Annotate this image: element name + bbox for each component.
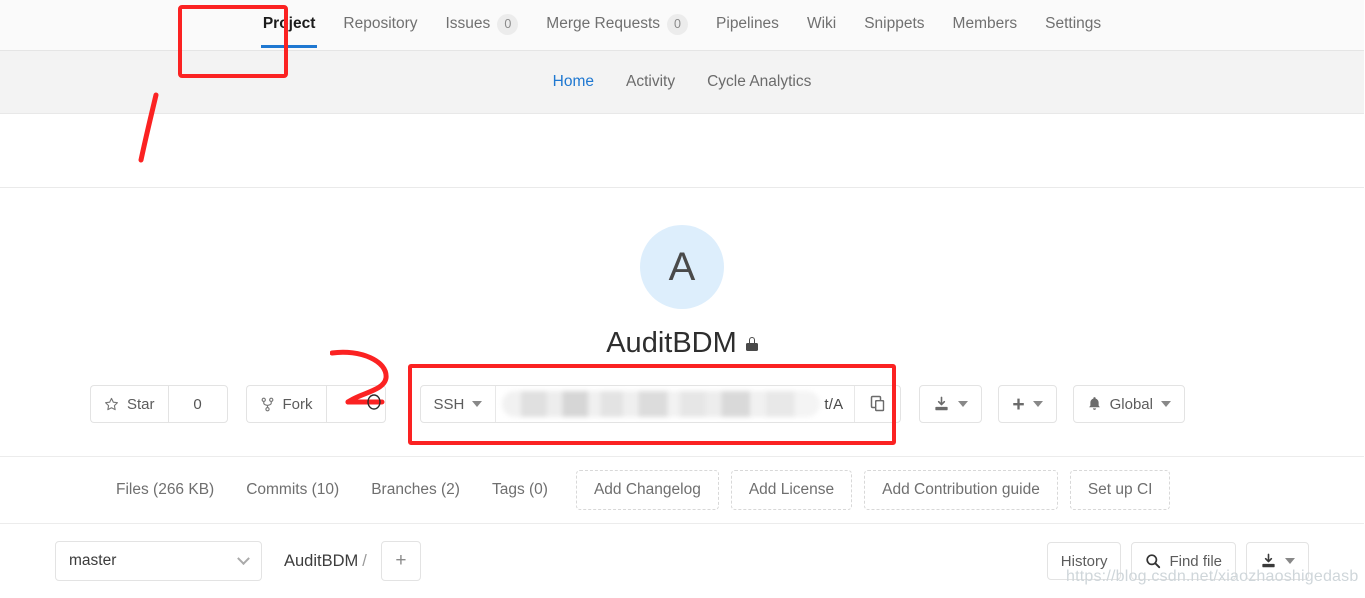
page-title: AuditBDM bbox=[606, 327, 737, 359]
gitlab-project-page: Project Repository Issues 0 Merge Reques… bbox=[0, 0, 1365, 598]
nav-item-issues[interactable]: Issues 0 bbox=[431, 0, 532, 48]
nav-item-label: Members bbox=[952, 15, 1018, 32]
fork-icon bbox=[261, 397, 273, 411]
merge-requests-count-badge: 0 bbox=[667, 13, 689, 35]
nav-item-project[interactable]: Project bbox=[249, 0, 330, 48]
chevron-down-icon bbox=[1032, 401, 1043, 407]
nav-item-snippets[interactable]: Snippets bbox=[850, 0, 938, 48]
fork-count[interactable] bbox=[325, 385, 386, 423]
nav-item-repository[interactable]: Repository bbox=[329, 0, 431, 48]
search-icon bbox=[1146, 554, 1161, 569]
content-spacer-band bbox=[0, 114, 1364, 188]
notification-setting-button[interactable]: Global bbox=[1072, 385, 1185, 423]
create-new-button[interactable]: + bbox=[998, 385, 1057, 423]
file-browser-toolbar: master AuditBDM / + History Find file bbox=[0, 524, 1364, 598]
find-file-button-label: Find file bbox=[1169, 552, 1222, 570]
fork-button-group: Fork bbox=[245, 385, 386, 423]
download-source-button[interactable] bbox=[919, 385, 983, 423]
project-avatar: A bbox=[640, 225, 724, 309]
nav-item-settings[interactable]: Settings bbox=[1031, 0, 1115, 48]
subnav-item-activity[interactable]: Activity bbox=[610, 73, 691, 91]
star-button-label: Star bbox=[127, 395, 155, 413]
clone-url-widget: SSH t/A bbox=[419, 385, 902, 423]
subnav-item-cycle-analytics[interactable]: Cycle Analytics bbox=[691, 73, 827, 91]
copy-url-button[interactable] bbox=[854, 386, 900, 422]
subnav-item-home[interactable]: Home bbox=[537, 73, 610, 91]
clone-url-visible-tail: t/A bbox=[824, 395, 844, 413]
project-nav-items: Project Repository Issues 0 Merge Reques… bbox=[249, 0, 1115, 48]
branch-selector-value: master bbox=[69, 552, 117, 569]
nav-item-label: Snippets bbox=[864, 15, 925, 32]
plus-icon: + bbox=[1012, 392, 1025, 416]
nav-item-merge-requests[interactable]: Merge Requests 0 bbox=[532, 0, 702, 48]
nav-item-label: Issues bbox=[445, 15, 491, 32]
clone-url-input[interactable]: t/A bbox=[496, 386, 855, 422]
add-license-button[interactable]: Add License bbox=[730, 470, 853, 510]
stat-link-files[interactable]: Files (266 KB) bbox=[100, 481, 230, 499]
nav-item-members[interactable]: Members bbox=[939, 0, 1032, 48]
star-button[interactable]: Star bbox=[90, 385, 168, 423]
chevron-down-icon bbox=[1285, 558, 1295, 564]
project-nav-bar: Project Repository Issues 0 Merge Reques… bbox=[0, 0, 1364, 51]
redacted-url-overlay bbox=[502, 391, 821, 417]
set-up-ci-button[interactable]: Set up CI bbox=[1069, 470, 1171, 510]
issues-count-badge: 0 bbox=[497, 13, 519, 35]
clone-protocol-label: SSH bbox=[433, 395, 465, 413]
nav-item-pipelines[interactable]: Pipelines bbox=[702, 0, 793, 48]
fork-button-label: Fork bbox=[282, 395, 313, 413]
nav-item-label: Project bbox=[262, 15, 316, 32]
add-contribution-guide-button[interactable]: Add Contribution guide bbox=[864, 470, 1058, 510]
nav-item-wiki[interactable]: Wiki bbox=[793, 0, 850, 48]
history-button-label: History bbox=[1060, 552, 1108, 570]
fork-button[interactable]: Fork bbox=[245, 385, 326, 423]
star-button-group: Star 0 bbox=[90, 385, 228, 423]
nav-item-label: Wiki bbox=[806, 15, 837, 32]
star-icon bbox=[105, 397, 118, 410]
project-header: A AuditBDM bbox=[0, 188, 1364, 360]
star-count[interactable]: 0 bbox=[167, 385, 228, 423]
lock-icon bbox=[745, 336, 758, 351]
stat-link-commits[interactable]: Commits (10) bbox=[230, 481, 355, 499]
branch-selector[interactable]: master bbox=[55, 541, 262, 581]
download-icon bbox=[1262, 553, 1275, 568]
breadcrumb: AuditBDM / bbox=[284, 552, 367, 571]
bell-icon bbox=[1088, 397, 1100, 410]
add-file-button[interactable]: + bbox=[380, 541, 421, 581]
stat-link-branches[interactable]: Branches (2) bbox=[355, 481, 476, 499]
clone-protocol-select[interactable]: SSH bbox=[421, 386, 497, 422]
project-stats-row: Files (266 KB) Commits (10) Branches (2)… bbox=[0, 456, 1364, 524]
breadcrumb-root[interactable]: AuditBDM bbox=[284, 552, 358, 570]
project-title-row: AuditBDM bbox=[606, 327, 758, 360]
project-actions-row: Star 0 Fork SSH t/A + Global bbox=[0, 383, 1364, 425]
stat-link-tags[interactable]: Tags (0) bbox=[476, 481, 564, 499]
project-sub-nav: Home Activity Cycle Analytics bbox=[0, 51, 1364, 114]
chevron-down-icon bbox=[237, 551, 250, 565]
notification-setting-label: Global bbox=[1109, 395, 1153, 413]
copy-icon bbox=[870, 395, 885, 412]
project-extra-actions: + Global bbox=[919, 385, 1185, 423]
nav-item-label: Merge Requests bbox=[546, 15, 661, 32]
nav-item-label: Repository bbox=[343, 15, 418, 32]
add-changelog-button[interactable]: Add Changelog bbox=[575, 470, 719, 510]
chevron-down-icon bbox=[1160, 401, 1171, 407]
download-icon bbox=[935, 396, 948, 411]
nav-item-label: Pipelines bbox=[716, 15, 779, 32]
nav-item-label: Settings bbox=[1045, 15, 1102, 32]
chevron-down-icon bbox=[472, 401, 483, 407]
breadcrumb-separator: / bbox=[362, 551, 367, 570]
watermark-text: https://blog.csdn.net/xiaozhaoshigedasb bbox=[1066, 568, 1359, 585]
chevron-down-icon bbox=[958, 401, 969, 407]
